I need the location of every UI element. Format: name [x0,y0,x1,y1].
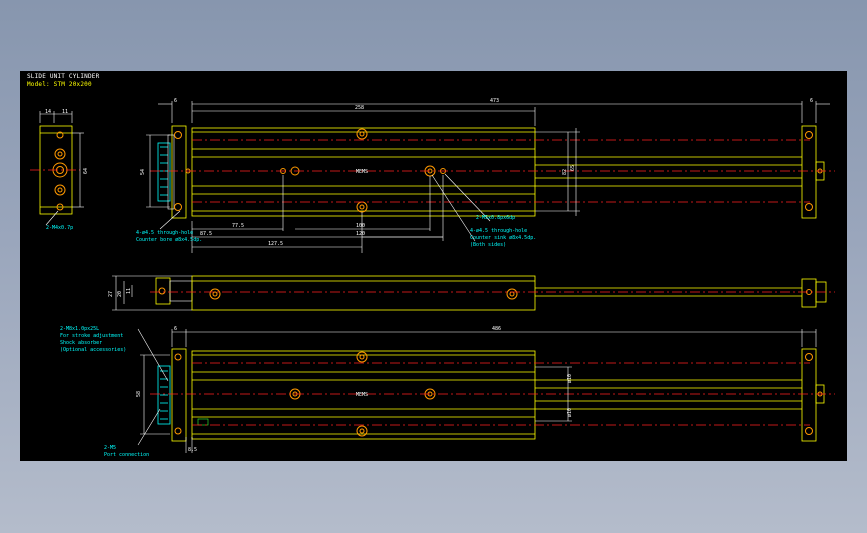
note-stroke3: Shock absorber [60,340,102,346]
note-holes1b: Counter bore ø8x4.5dp. [136,237,202,243]
dim-inner-h1: 82 [562,169,568,175]
dim-x5: 120 [356,231,365,237]
dim-front-h: 54 [140,169,146,175]
note-port1: 2-M5 [104,445,116,451]
dim-bot-d2: ø10 [567,408,573,417]
note-holes2a: 4-ø4.5 through-hole [470,228,527,234]
side-view [30,111,84,226]
note-m5: 2-M5x0.8px6dp [476,215,515,221]
dim-mid-h1: 27 [108,291,114,297]
front-view [112,275,835,311]
dim-x3: 127.5 [268,241,283,247]
dim-inner-h2: 65 [570,165,576,171]
dim-side-w2: 11 [62,109,68,115]
dim-x1: 77.5 [232,223,244,229]
note-holes1a: 4-ø4.5 through-hole [136,230,193,236]
note-port2: Port connection [104,452,149,458]
note-holes2b: Counter sink ø8x4.5dp. [470,235,536,241]
dim-side-h: 64 [83,168,89,174]
dim-top-body: 258 [355,105,364,111]
label-bottom-body: MEMS [356,392,368,398]
dim-side-w1: 14 [45,109,51,115]
note-stroke2: For stroke adjustment [60,333,123,339]
note-stroke4: (Optional accessories) [60,347,126,353]
dim-bot-h: 58 [136,391,142,397]
dim-mid-h3: 11 [126,288,132,294]
bottom-view [137,328,835,453]
note-stroke1: 2-M8x1.0px25L [60,326,99,332]
dim-bot-d1: ø10 [567,374,573,383]
dim-right-end: 6 [810,98,813,104]
dim-bottom-end: 6 [174,326,177,332]
note-m4: 2-M4x0.7p [46,225,73,231]
dim-x4: 100 [356,223,365,229]
dim-bottom-total: 486 [492,326,501,332]
dim-mid-h2: 20 [117,291,123,297]
dim-top-total: 473 [490,98,499,104]
dim-bot-small: 8.5 [188,447,197,453]
dim-left-end: 6 [174,98,177,104]
label-top-body: MEMS [356,169,368,175]
cad-drawing: .y { stroke:#ffff00; fill:none; stroke-w… [30,98,835,458]
cad-drawing-canvas: SLIDE UNIT CYLINDER Model: STM 20x200 .y… [20,71,847,461]
note-holes2c: (Both sides) [470,242,506,248]
